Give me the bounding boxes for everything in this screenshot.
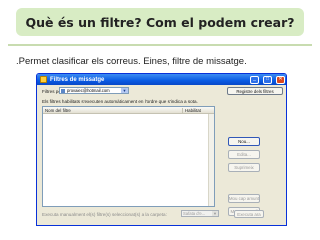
window-title: Filtres de missatge [50,76,105,83]
edit-filter-button[interactable]: Edita... [228,150,260,159]
target-folder-select[interactable]: Safata d'e... ▼ [181,210,219,217]
filter-list-scrollbar[interactable] [208,114,214,206]
target-folder-value: Safata d'e... [183,211,206,216]
chevron-down-icon[interactable]: ▼ [212,211,218,216]
chevron-down-icon[interactable]: ▼ [121,88,128,93]
run-now-button[interactable]: Executa ara [234,210,264,218]
run-manually-label: Executa manualment el(s) filtre(s) selec… [42,212,167,217]
column-filter-name[interactable]: Nom del filtre [43,108,182,113]
filters-description: Els filtres habilitats s'executen automà… [42,99,198,104]
filter-list[interactable]: Nom del filtre Habilitat [42,106,215,207]
account-icon [61,88,65,93]
delete-filter-button[interactable]: Suprimeix [228,163,260,172]
message-filters-window: Filtres de missatge _ □ ✕ Filtres per a:… [36,73,287,226]
filter-log-button[interactable]: Registre dels filtres [227,87,283,95]
title-divider [8,44,312,46]
slide-title: Què és un filtre? Com el podem crear? [16,8,304,36]
slide-bullet: .Permet clasificar els correus. Eines, f… [16,56,247,67]
window-titlebar[interactable]: Filtres de missatge _ □ ✕ [37,74,286,85]
close-icon[interactable]: ✕ [276,75,285,84]
account-select[interactable]: provaiec@hotmail.com ▼ [59,87,129,94]
minimize-icon[interactable]: _ [250,75,259,84]
move-up-button[interactable]: Mou cap amunt [228,194,260,203]
filter-icon [40,76,47,83]
column-enabled[interactable]: Habilitat [182,107,214,113]
new-filter-button[interactable]: Nou... [228,137,260,146]
filter-list-header: Nom del filtre Habilitat [43,107,214,114]
maximize-icon[interactable]: □ [263,75,272,84]
account-value: provaiec@hotmail.com [67,88,110,93]
